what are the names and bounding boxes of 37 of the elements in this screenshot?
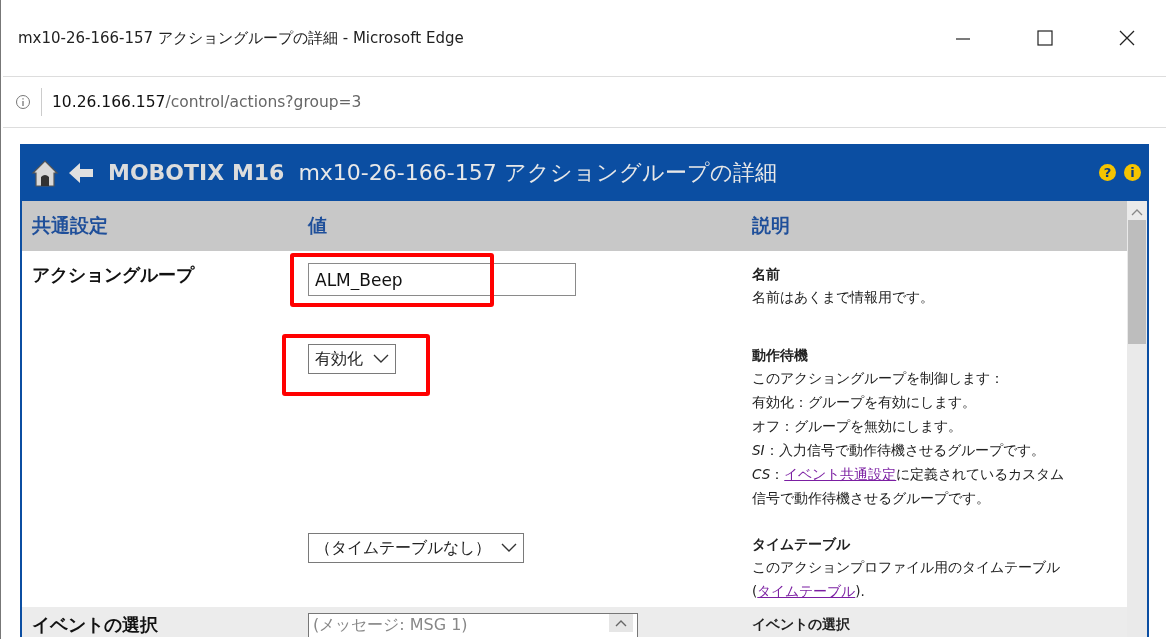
description-title: タイムテーブル <box>752 535 850 554</box>
page-title: mx10-26-166-157 アクショングループの詳細 <box>298 158 778 187</box>
info-icon[interactable]: i <box>1124 164 1141 181</box>
event-listbox[interactable]: (メッセージ: MSG 1) <box>308 613 638 637</box>
address-field[interactable]: 10.26.166.157/control/actions?group=3 <box>52 93 362 111</box>
description-line: オフ：グループを無効にします。 <box>752 417 962 436</box>
section-label: アクショングループ <box>32 265 194 285</box>
description-title: 名前 <box>752 265 780 284</box>
link[interactable]: タイムテーブル <box>757 583 856 599</box>
description-line: SI：入力信号で動作待機させるグループです。 <box>752 441 1045 460</box>
column-header: 説明 <box>752 213 791 238</box>
scroll-up-icon <box>615 619 627 627</box>
description-line: 有効化：グループを有効にします。 <box>752 393 976 412</box>
section-label: イベントの選択 <box>32 615 158 635</box>
description-line: CS：イベント共通設定に定義されているカスタム <box>752 465 1065 484</box>
info-icon[interactable] <box>15 94 31 110</box>
description-title: イベントの選択 <box>752 615 850 634</box>
description-line: このアクショングループを制御します： <box>752 369 1004 388</box>
description-line: このアクションプロファイル用のタイムテーブル <box>752 558 1060 577</box>
dropdown[interactable]: （タイムテーブルなし） <box>308 533 524 563</box>
caret-icon <box>501 543 517 553</box>
scroll-up-icon[interactable] <box>1131 207 1143 217</box>
brand-name: MOBOTIX M16 <box>108 160 285 185</box>
column-header: 値 <box>308 213 328 238</box>
dropdown[interactable]: 有効化 <box>308 344 396 374</box>
description-title: 動作待機 <box>752 346 808 365</box>
description-line: 信号で動作待機させるグループです。 <box>752 489 990 508</box>
column-header: 共通設定 <box>32 213 109 238</box>
help-icon[interactable]: ? <box>1099 164 1116 181</box>
caret-icon <box>373 354 389 364</box>
description-line: 名前はあくまで情報用です。 <box>752 288 934 307</box>
back-arrow-icon[interactable] <box>68 161 94 184</box>
description-line: (タイムテーブル). <box>752 582 865 601</box>
name-field[interactable]: ALM_Beep <box>308 263 576 296</box>
window-title: mx10-26-166-157 アクショングループの詳細 - Microsoft Edge <box>18 28 465 48</box>
scrollbar[interactable] <box>1127 201 1147 637</box>
link[interactable]: イベント共通設定 <box>784 466 897 482</box>
